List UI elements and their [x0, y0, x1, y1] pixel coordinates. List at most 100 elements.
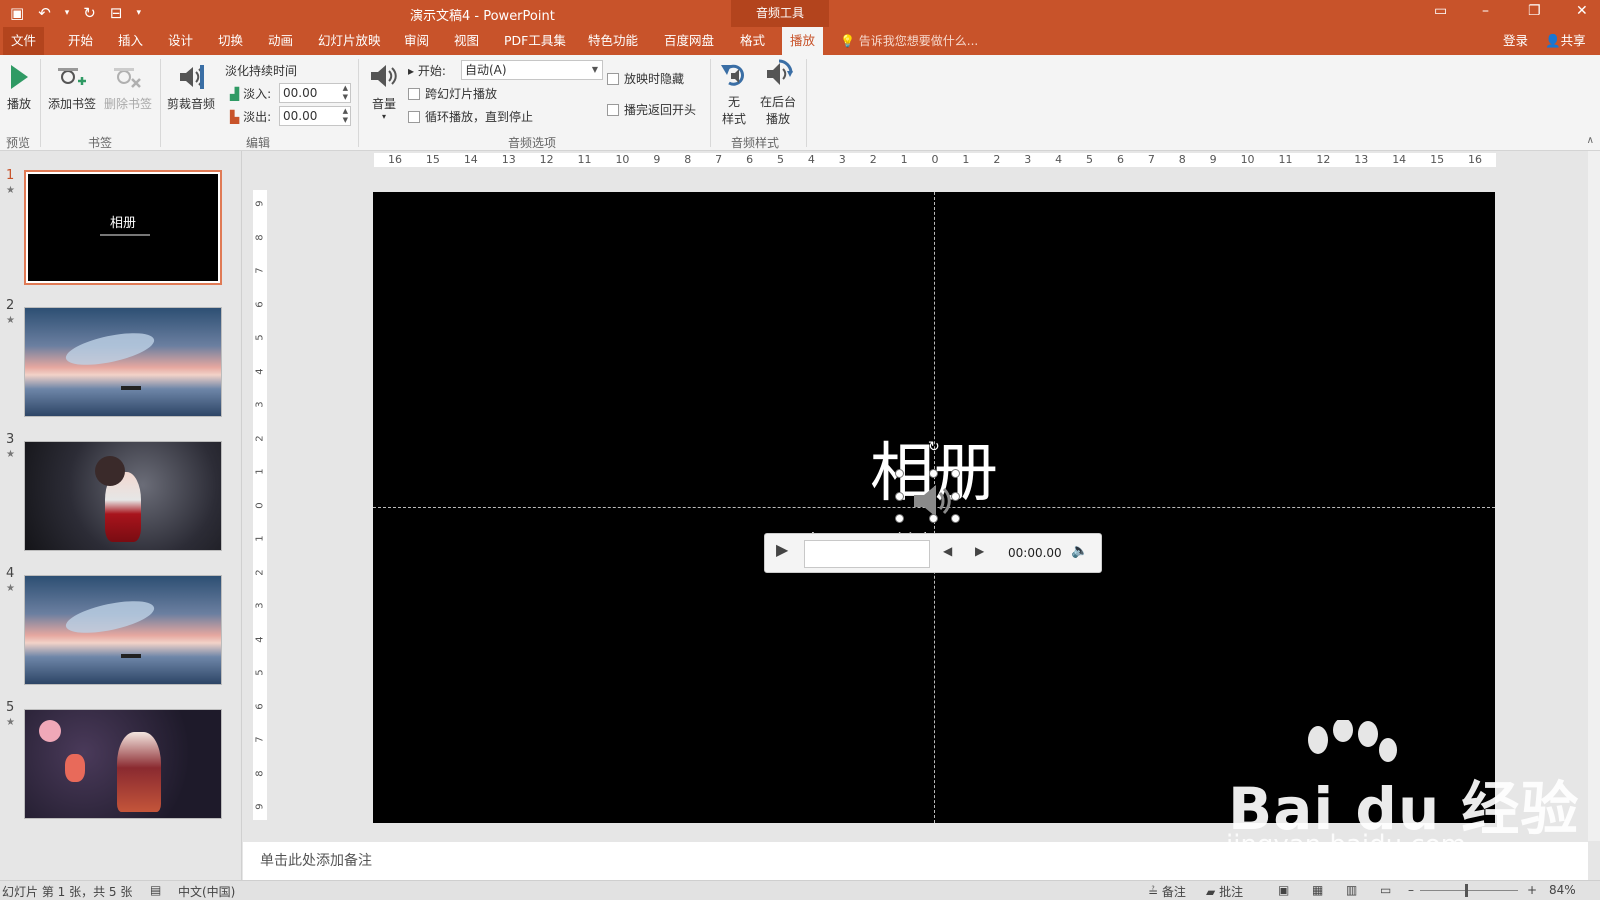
no-style-button[interactable]: 无样式: [714, 59, 754, 127]
redo-icon[interactable]: ↻: [83, 3, 96, 23]
slide-thumbnail-1[interactable]: 相册: [24, 170, 222, 285]
ruler-tick-label: 5: [254, 669, 266, 676]
tab-home[interactable]: 开始: [60, 27, 101, 55]
slide-canvas[interactable]: 相册 由 · · · · · 创建 ↻ ▶ ◀ ▶ 00:00.00 🔈: [373, 192, 1495, 823]
resize-handle[interactable]: [951, 469, 960, 478]
notes-toggle[interactable]: ≟ 备注: [1148, 883, 1186, 900]
slideshow-view-icon[interactable]: ▭: [1380, 883, 1391, 897]
animation-star-icon: ★: [6, 449, 15, 460]
checkbox-box[interactable]: [607, 72, 619, 85]
present-icon[interactable]: ⊟: [110, 3, 123, 23]
tell-me-search[interactable]: 💡 告诉我您想要做什么...: [840, 27, 978, 55]
start-dropdown[interactable]: 自动(A) ▼: [461, 60, 603, 80]
tab-animations[interactable]: 动画: [260, 27, 301, 55]
spinner-arrows-icon[interactable]: ▲ ▼: [343, 107, 348, 125]
play-button[interactable]: 播放: [4, 63, 34, 112]
tab-transitions[interactable]: 切换: [210, 27, 251, 55]
remove-bookmark-label: 删除书签: [103, 97, 152, 111]
trim-audio-button[interactable]: 剪裁音频: [164, 63, 218, 112]
normal-view-icon[interactable]: ▣: [1278, 883, 1289, 897]
play-across-slides-checkbox[interactable]: 跨幻灯片播放: [408, 85, 497, 102]
customize-icon[interactable]: ▾: [136, 3, 141, 23]
audio-progress-bar[interactable]: [804, 540, 930, 568]
spinner-arrows-icon[interactable]: ▲ ▼: [343, 84, 348, 102]
loop-until-stopped-checkbox[interactable]: 循环播放，直到停止: [408, 108, 533, 125]
tab-pdf-tools[interactable]: PDF工具集: [496, 27, 574, 55]
comments-toggle[interactable]: ▰ 批注: [1206, 883, 1243, 900]
group-audio-options-label: 音频选项: [508, 136, 557, 150]
notes-pane[interactable]: 单击此处添加备注: [243, 842, 1588, 880]
zoom-level[interactable]: 84%: [1549, 883, 1576, 897]
skip-back-icon[interactable]: ◀: [943, 544, 952, 558]
animation-star-icon: ★: [6, 185, 15, 196]
undo-dropdown-icon[interactable]: ▾: [65, 3, 70, 23]
share-label: 共享: [1560, 33, 1586, 48]
resize-handle[interactable]: [951, 514, 960, 523]
ruler-tick-label: 8: [1178, 153, 1186, 166]
ruler-tick-label: 5: [776, 153, 784, 166]
resize-handle[interactable]: [929, 514, 938, 523]
resize-handle[interactable]: [895, 469, 904, 478]
player-volume-icon[interactable]: 🔈: [1071, 543, 1088, 559]
checkbox-box[interactable]: [607, 103, 619, 116]
login-link[interactable]: 登录: [1503, 27, 1528, 55]
reading-view-icon[interactable]: ▥: [1346, 883, 1357, 897]
language-status[interactable]: 中文(中国): [178, 883, 235, 900]
whale-shape: [63, 594, 157, 640]
remove-bookmark-button[interactable]: 删除书签: [102, 63, 154, 112]
hide-during-show-checkbox[interactable]: 放映时隐藏: [607, 70, 684, 87]
zoom-slider[interactable]: [1420, 890, 1518, 891]
slide-sorter-view-icon[interactable]: ▦: [1312, 883, 1323, 897]
rotate-handle-icon[interactable]: ↻: [928, 439, 940, 455]
vertical-scrollbar[interactable]: [1588, 151, 1600, 841]
zoom-out-button[interactable]: –: [1408, 883, 1414, 897]
tab-design[interactable]: 设计: [160, 27, 201, 55]
start-icon: ▸: [408, 64, 415, 78]
resize-handle[interactable]: [951, 492, 960, 501]
tab-review[interactable]: 审阅: [396, 27, 437, 55]
player-play-icon[interactable]: ▶: [776, 540, 788, 559]
add-bookmark-button[interactable]: 添加书签: [46, 63, 98, 112]
ruler-tick-label: 3: [254, 401, 266, 408]
blossom-shape: [39, 720, 61, 742]
slide-thumbnail-3[interactable]: [24, 441, 222, 551]
minimize-button[interactable]: –: [1482, 3, 1489, 19]
group-editing-label: 编辑: [246, 136, 271, 150]
tab-insert[interactable]: 插入: [110, 27, 151, 55]
animation-star-icon: ★: [6, 717, 15, 728]
skip-forward-icon[interactable]: ▶: [975, 544, 984, 558]
save-icon[interactable]: ▣: [10, 3, 24, 23]
resize-handle[interactable]: [895, 514, 904, 523]
play-in-background-button[interactable]: 在后台 播放: [754, 59, 802, 127]
restore-button[interactable]: ❐: [1528, 3, 1541, 19]
checkbox-box[interactable]: [408, 87, 420, 100]
slide-thumbnails-pane: 1 ★ 相册 2 ★ 3 ★ 4 ★ 5 ★: [0, 151, 242, 880]
spellcheck-icon[interactable]: ▤: [150, 883, 161, 897]
tab-view[interactable]: 视图: [446, 27, 487, 55]
collapse-ribbon-icon[interactable]: ∧: [1587, 135, 1594, 146]
resize-handle[interactable]: [929, 469, 938, 478]
slide-thumbnail-5[interactable]: [24, 709, 222, 819]
ruler-tick-label: 15: [425, 153, 440, 166]
tab-playback[interactable]: 播放: [782, 27, 824, 55]
fade-out-spinner[interactable]: 00.00 ▲ ▼: [279, 106, 351, 126]
audio-player-bar: ▶ ◀ ▶ 00:00.00 🔈: [764, 533, 1102, 573]
tab-format[interactable]: 格式: [732, 27, 773, 55]
slide-thumbnail-2[interactable]: [24, 307, 222, 417]
rewind-after-playing-checkbox[interactable]: 播完返回开头: [607, 101, 696, 118]
ribbon-display-options-icon[interactable]: ▭: [1434, 3, 1447, 19]
fade-in-spinner[interactable]: 00.00 ▲ ▼: [279, 83, 351, 103]
volume-button[interactable]: 音量 ▾: [362, 61, 406, 121]
tab-special-features[interactable]: 特色功能: [580, 27, 646, 55]
close-button[interactable]: ✕: [1576, 3, 1588, 19]
resize-handle[interactable]: [895, 492, 904, 501]
undo-icon[interactable]: ↶: [38, 3, 51, 23]
tab-slideshow[interactable]: 幻灯片放映: [310, 27, 389, 55]
zoom-slider-thumb[interactable]: [1465, 884, 1468, 897]
tab-file[interactable]: 文件: [3, 27, 45, 55]
tab-baidu-netdisk[interactable]: 百度网盘: [656, 27, 722, 55]
zoom-in-button[interactable]: +: [1527, 883, 1537, 897]
checkbox-box[interactable]: [408, 110, 420, 123]
slide-thumbnail-4[interactable]: [24, 575, 222, 685]
share-button[interactable]: 👤共享: [1545, 27, 1586, 55]
